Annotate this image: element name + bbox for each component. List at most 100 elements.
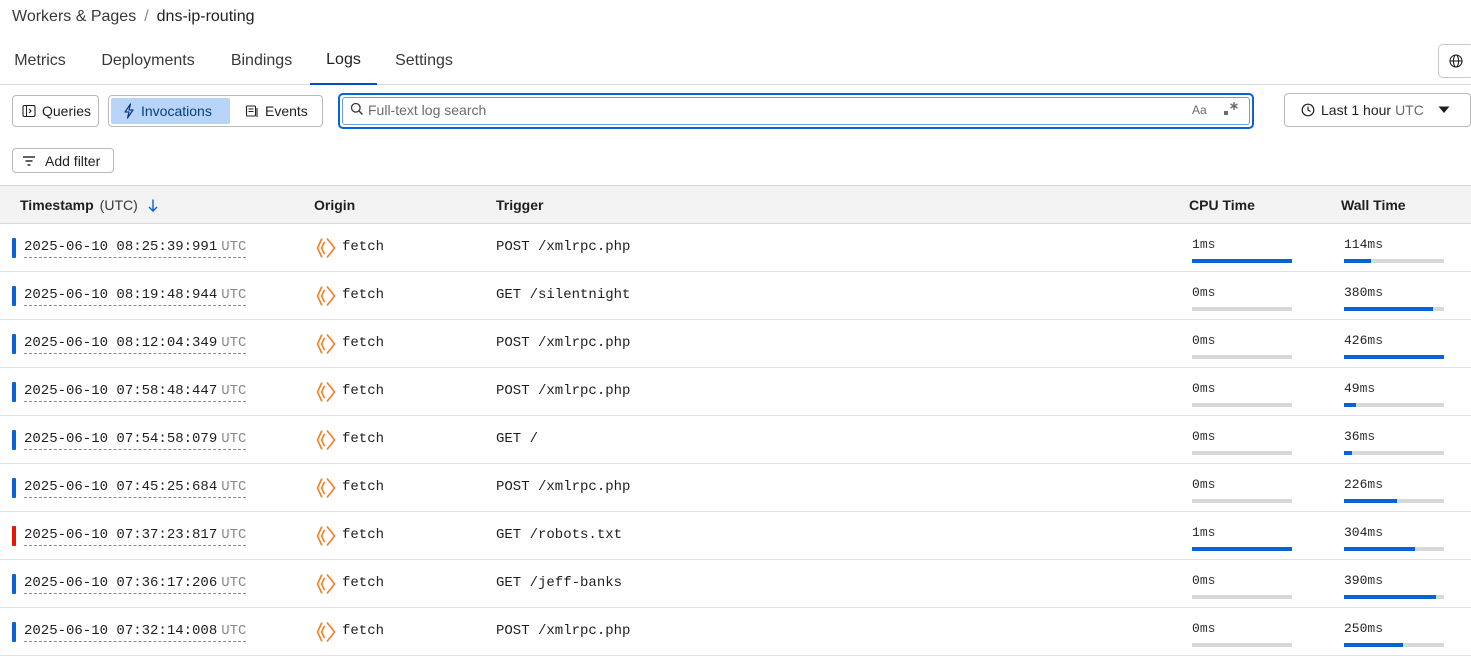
cpu-time-bar [1192, 403, 1292, 407]
regex-icon[interactable] [1222, 99, 1240, 119]
table-row[interactable]: 2025-06-10 07:32:14:008 UTC fetch POST /xml… [0, 608, 1471, 656]
wall-time-unit: ms [1367, 237, 1384, 252]
workers-icon [316, 334, 336, 354]
timestamp-tz: UTC [221, 479, 247, 495]
cpu-time-unit: ms [1199, 525, 1216, 540]
trigger-cell: GET /jeff-banks [496, 575, 623, 591]
table-row[interactable]: 2025-06-10 08:25:39:991 UTC fetch POST /xml… [0, 224, 1471, 272]
table-row[interactable]: 2025-06-10 07:36:17:206 UTC fetch GET /jeff… [0, 560, 1471, 608]
wall-time-value: 304 [1344, 525, 1368, 540]
wall-time-unit: ms [1367, 573, 1384, 588]
globe-icon [1449, 54, 1463, 68]
timestamp-tz: UTC [221, 239, 247, 255]
wall-time-unit: ms [1359, 429, 1376, 444]
table-row[interactable]: 2025-06-10 07:37:23:817 UTC fetch GET /robo… [0, 512, 1471, 560]
table-row[interactable]: 2025-06-10 07:58:48:447 UTC fetch POST /xml… [0, 368, 1471, 416]
status-indicator [12, 238, 16, 258]
view-toggle: Invocations Events [108, 95, 323, 127]
timestamp-value: 2025-06-10 07:36:17:206 [24, 575, 218, 591]
cpu-time-bar [1192, 595, 1292, 599]
status-indicator [12, 286, 16, 306]
timestamp-cell[interactable]: 2025-06-10 07:58:48:447 UTC [24, 383, 247, 402]
origin-cell: fetch [342, 575, 385, 591]
lightning-icon [124, 103, 134, 119]
wall-time-bar [1344, 355, 1444, 359]
origin-cell: fetch [342, 623, 385, 639]
cpu-time-cell: 0ms [1192, 381, 1215, 396]
origin-cell: fetch [342, 335, 385, 351]
wall-time-bar [1344, 499, 1444, 503]
wall-time-bar-fill [1344, 259, 1371, 263]
wall-time-bar-fill [1344, 595, 1436, 599]
events-toggle[interactable]: Events [233, 98, 321, 124]
timestamp-cell[interactable]: 2025-06-10 08:19:48:944 UTC [24, 287, 247, 306]
origin-cell: fetch [342, 431, 385, 447]
wall-time-unit: ms [1367, 621, 1384, 636]
wall-time-cell: 49ms [1344, 381, 1375, 396]
timestamp-cell[interactable]: 2025-06-10 07:54:58:079 UTC [24, 431, 247, 450]
invocations-toggle[interactable]: Invocations [111, 98, 230, 124]
arrow-down-icon [148, 199, 158, 212]
timestamp-value: 2025-06-10 07:45:25:684 [24, 479, 218, 495]
wall-time-value: 250 [1344, 621, 1368, 636]
wall-time-unit: ms [1367, 477, 1384, 492]
timestamp-cell[interactable]: 2025-06-10 07:37:23:817 UTC [24, 527, 247, 546]
cpu-time-bar [1192, 307, 1292, 311]
time-range-select[interactable]: Last 1 hour UTC [1284, 93, 1471, 127]
timestamp-value: 2025-06-10 07:54:58:079 [24, 431, 218, 447]
trigger-cell: POST /xmlrpc.php [496, 335, 631, 351]
timestamp-cell[interactable]: 2025-06-10 07:36:17:206 UTC [24, 575, 247, 594]
origin-cell: fetch [342, 239, 385, 255]
breadcrumb-separator: / [144, 8, 149, 25]
timestamp-cell[interactable]: 2025-06-10 08:25:39:991 UTC [24, 239, 247, 258]
column-header-trigger: Trigger [496, 197, 544, 213]
cpu-time-bar [1192, 355, 1292, 359]
tab-metrics[interactable]: Metrics [12, 37, 68, 84]
tab-deployments[interactable]: Deployments [100, 37, 196, 84]
timestamp-cell[interactable]: 2025-06-10 08:12:04:349 UTC [24, 335, 247, 354]
status-indicator [12, 574, 16, 594]
queries-button[interactable]: Queries [12, 95, 99, 127]
wall-time-bar-fill [1344, 643, 1403, 647]
wall-time-value: 226 [1344, 477, 1368, 492]
column-header-timestamp[interactable]: Timestamp (UTC) [20, 197, 158, 213]
cpu-time-unit: ms [1199, 237, 1216, 252]
timestamp-tz: UTC [221, 287, 247, 303]
table-row[interactable]: 2025-06-10 08:12:04:349 UTC fetch POST /xml… [0, 320, 1471, 368]
tab-bar: Metrics Deployments Bindings Logs Settin… [0, 37, 1471, 85]
table-row[interactable]: 2025-06-10 07:45:25:684 UTC fetch POST /xml… [0, 464, 1471, 512]
wall-time-bar [1344, 307, 1444, 311]
column-header-origin: Origin [314, 197, 356, 213]
log-search-box: Aa [338, 93, 1254, 129]
tab-settings[interactable]: Settings [394, 37, 454, 84]
timestamp-cell[interactable]: 2025-06-10 07:45:25:684 UTC [24, 479, 247, 498]
search-icon [350, 102, 363, 115]
breadcrumb-parent-link[interactable]: Workers & Pages [12, 8, 136, 26]
match-case-toggle[interactable]: Aa [1192, 103, 1207, 117]
timestamp-value: 2025-06-10 07:37:23:817 [24, 527, 218, 543]
language-button[interactable] [1438, 44, 1471, 78]
trigger-cell: POST /xmlrpc.php [496, 479, 631, 495]
cpu-time-unit: ms [1199, 573, 1216, 588]
wall-time-value: 114 [1344, 237, 1368, 252]
table-row[interactable]: 2025-06-10 08:19:48:944 UTC fetch GET /sile… [0, 272, 1471, 320]
cpu-time-cell: 0ms [1192, 573, 1215, 588]
add-filter-button[interactable]: Add filter [12, 148, 114, 173]
workers-icon [316, 526, 336, 546]
caret-down-icon [1438, 106, 1450, 113]
invocations-label: Invocations [141, 103, 212, 119]
timestamp-cell[interactable]: 2025-06-10 07:32:14:008 UTC [24, 623, 247, 642]
wall-time-bar [1344, 643, 1444, 647]
timestamp-tz: UTC [221, 623, 247, 639]
workers-icon [316, 478, 336, 498]
time-range-tz: UTC [1395, 102, 1424, 118]
origin-cell: fetch [342, 527, 385, 543]
wall-time-bar [1344, 547, 1444, 551]
workers-icon [316, 286, 336, 306]
cpu-time-bar [1192, 259, 1292, 263]
table-row[interactable]: 2025-06-10 07:54:58:079 UTC fetch GET /0ms 3… [0, 416, 1471, 464]
queries-icon [22, 104, 36, 118]
tab-logs[interactable]: Logs [310, 37, 377, 85]
tab-bindings[interactable]: Bindings [230, 37, 293, 84]
search-input[interactable] [368, 99, 1168, 121]
